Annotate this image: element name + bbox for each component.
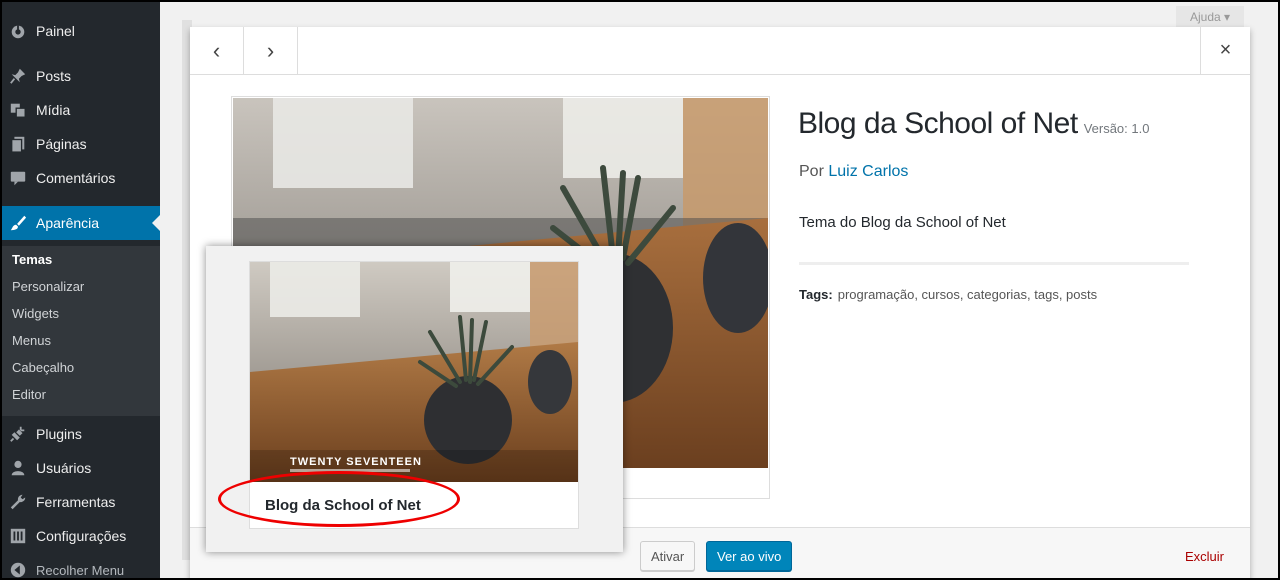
menu-item-configuracoes[interactable]: Configurações [0, 519, 160, 553]
submenu-cabecalho[interactable]: Cabeçalho [12, 354, 74, 381]
plug-icon [0, 425, 36, 443]
menu-label: Painel [36, 23, 75, 39]
submenu-temas[interactable]: Temas [12, 246, 52, 273]
theme-title: Blog da School of Net Versão: 1.0 [798, 107, 1149, 141]
menu-label: Configurações [36, 528, 127, 544]
collapse-icon [0, 561, 36, 579]
menu-item-midia[interactable]: Mídia [0, 93, 160, 127]
author-prefix: Por [799, 163, 824, 180]
menu-item-comentarios[interactable]: Comentários [0, 161, 160, 195]
menu-label: Comentários [36, 170, 116, 186]
submenu-editor[interactable]: Editor [12, 381, 46, 408]
settings-icon [0, 527, 36, 545]
screenshot-site-title: TWENTY SEVENTEEN [290, 456, 422, 468]
menu-item-plugins[interactable]: Plugins [0, 417, 160, 451]
menu-item-ferramentas[interactable]: Ferramentas [0, 485, 160, 519]
help-tab[interactable]: Ajuda ▾ [1176, 6, 1244, 28]
menu-label: Recolher Menu [36, 562, 125, 578]
menu-label: Páginas [36, 136, 87, 152]
pin-icon [0, 67, 36, 85]
menu-label: Posts [36, 68, 72, 84]
menu-item-usuarios[interactable]: Usuários [0, 451, 160, 485]
theme-description: Tema do Blog da School of Net [799, 214, 1006, 231]
menu-item-aparencia[interactable]: Aparência [0, 206, 160, 240]
chevron-left-icon: ‹ [212, 37, 221, 63]
menu-label: Ferramentas [36, 494, 116, 510]
admin-sidebar: Painel Posts Mídia Páginas Comentários A… [0, 0, 160, 580]
menu-label: Mídia [36, 102, 71, 118]
menu-label: Usuários [36, 460, 92, 476]
previous-theme-button[interactable]: ‹ [190, 27, 244, 74]
menu-label: Plugins [36, 426, 82, 442]
submenu-widgets[interactable]: Widgets [12, 300, 59, 327]
submenu-menus[interactable]: Menus [12, 327, 51, 354]
users-icon [0, 459, 36, 477]
theme-name-text: Blog da School of Net [798, 107, 1078, 140]
tags-list: programação, cursos, categorias, tags, p… [837, 287, 1098, 302]
menu-label: Aparência [36, 215, 100, 231]
media-icon [0, 101, 36, 119]
chevron-right-icon: › [266, 37, 275, 63]
highlight-ellipse [218, 471, 460, 527]
theme-card-screenshot: TWENTY SEVENTEEN [250, 262, 578, 482]
next-theme-button[interactable]: › [244, 27, 298, 74]
close-modal-button[interactable]: × [1200, 27, 1250, 74]
menu-item-posts[interactable]: Posts [0, 59, 160, 93]
author-link[interactable]: Luiz Carlos [828, 163, 908, 180]
theme-version: Versão: 1.0 [1083, 121, 1150, 136]
divider [799, 262, 1189, 265]
close-icon: × [1219, 39, 1232, 61]
tags-label: Tags: [799, 287, 833, 302]
submenu-personalizar[interactable]: Personalizar [12, 273, 84, 300]
theme-card-zoom: TWENTY SEVENTEEN Blog da School of Net [206, 246, 623, 552]
appearance-submenu: Temas Personalizar Widgets Menus Cabeçal… [0, 246, 160, 416]
wrench-icon [0, 493, 36, 511]
menu-item-painel[interactable]: Painel [0, 14, 160, 48]
live-preview-button[interactable]: Ver ao vivo [706, 541, 793, 571]
paintbrush-icon [0, 214, 36, 232]
theme-author: Por Luiz Carlos [799, 163, 908, 181]
dashboard-icon [0, 22, 36, 40]
delete-theme-link[interactable]: Excluir [1185, 549, 1224, 564]
modal-header: ‹ › × [190, 27, 1250, 75]
collapse-menu-button[interactable]: Recolher Menu [0, 553, 160, 580]
menu-item-paginas[interactable]: Páginas [0, 127, 160, 161]
theme-tags: Tags: programação, cursos, categorias, ta… [799, 287, 1097, 302]
activate-button[interactable]: Ativar [640, 541, 696, 571]
pages-icon [0, 135, 36, 153]
comments-icon [0, 169, 36, 187]
